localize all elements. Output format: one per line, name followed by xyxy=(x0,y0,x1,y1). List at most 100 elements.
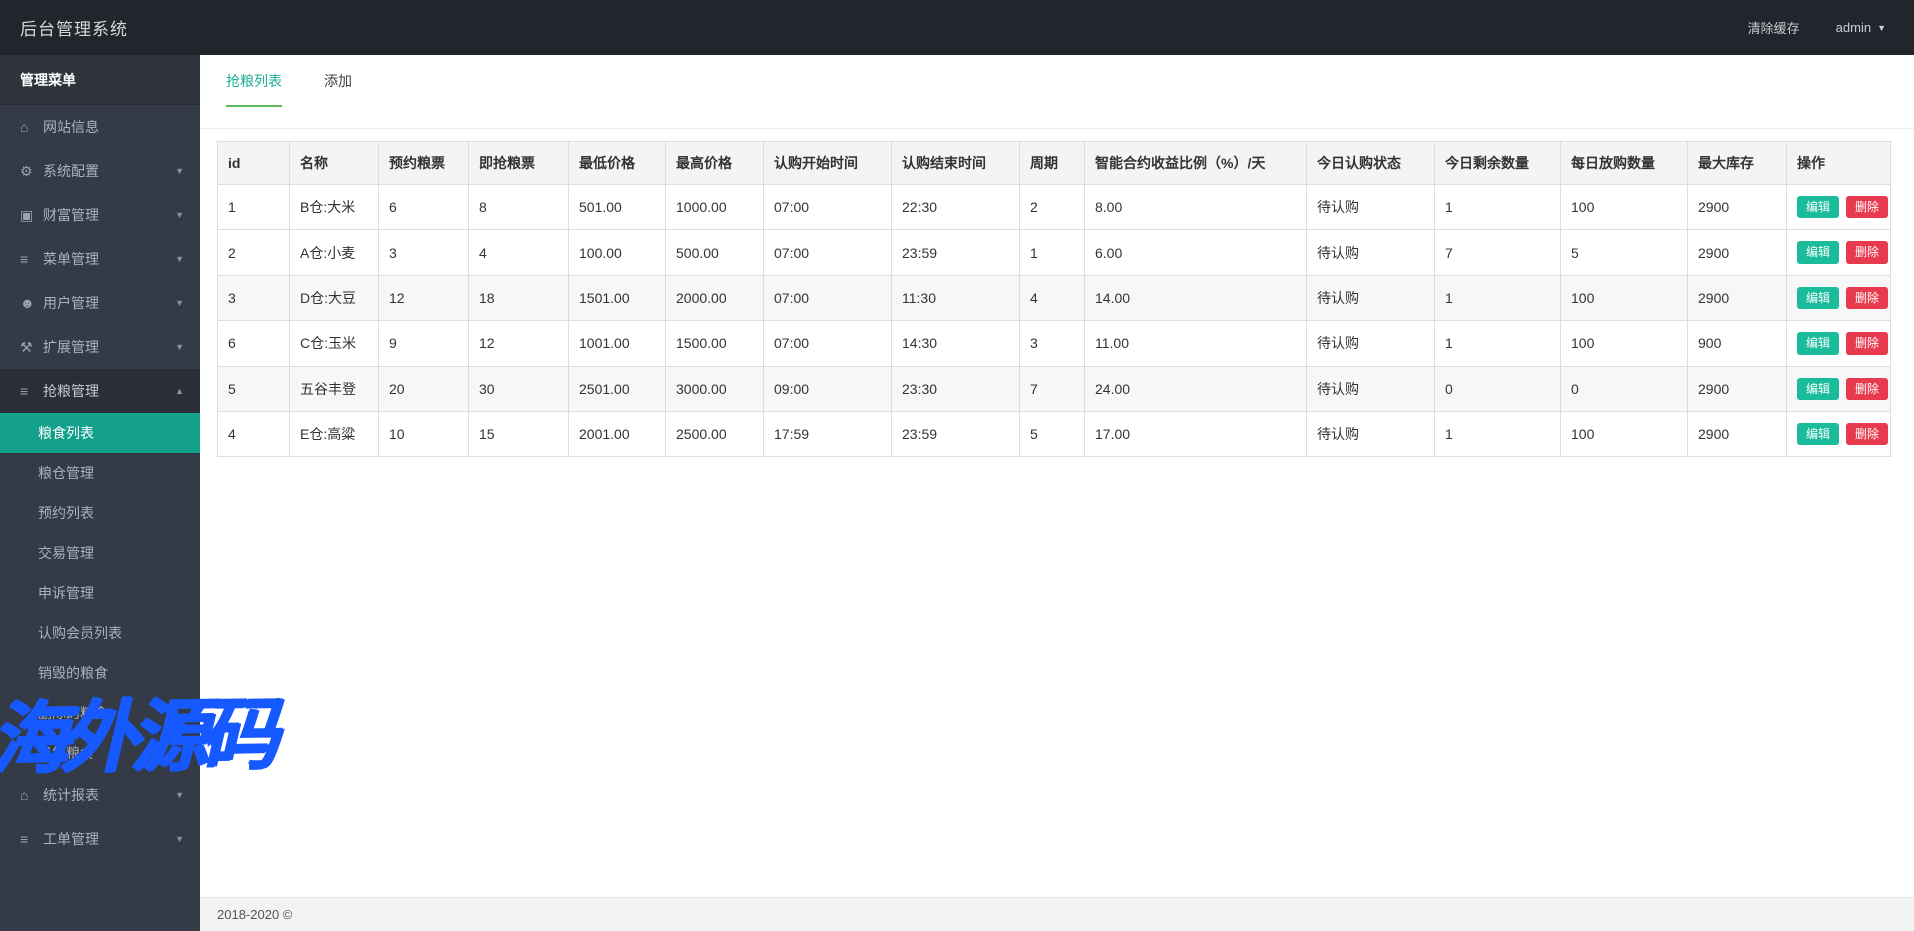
delete-button[interactable]: 删除 xyxy=(1846,332,1888,354)
clear-cache-button[interactable]: 清除缓存 xyxy=(1748,18,1800,37)
table-cell: 14.00 xyxy=(1085,275,1307,320)
caret-down-icon: ▼ xyxy=(1877,23,1886,33)
table-cell: 10 xyxy=(379,411,469,456)
table-cell: B仓:大米 xyxy=(290,185,379,230)
sidebar-item-user-management[interactable]: ☻用户管理▼ xyxy=(0,281,200,325)
table-cell: 07:00 xyxy=(764,230,892,275)
sidebar-item-grain-list[interactable]: 粮食列表 xyxy=(0,413,200,453)
sidebar-item-extension-management[interactable]: ⚒扩展管理▼ xyxy=(0,325,200,369)
sidebar-item-label: 用户管理 xyxy=(43,293,99,313)
table-cell: 09:00 xyxy=(764,366,892,411)
table-cell: A仓:小麦 xyxy=(290,230,379,275)
sidebar-item-label: 抢粮管理 xyxy=(43,381,99,401)
table-cell: 1 xyxy=(1435,411,1561,456)
delete-button[interactable]: 删除 xyxy=(1846,423,1888,445)
edit-button[interactable]: 编辑 xyxy=(1797,196,1839,218)
column-header: 周期 xyxy=(1020,142,1085,185)
sidebar-item-sold-grain[interactable]: 已售粮食 xyxy=(0,733,200,773)
caret-down-icon: ▼ xyxy=(175,790,184,800)
table-cell: D仓:大豆 xyxy=(290,275,379,320)
sidebar-item-label: 系统配置 xyxy=(43,161,99,181)
sidebar-item-wealth-management[interactable]: ▣财富管理▼ xyxy=(0,193,200,237)
column-header: 每日放购数量 xyxy=(1561,142,1688,185)
user-menu[interactable]: admin ▼ xyxy=(1836,20,1886,35)
sidebar-item-complaint-management[interactable]: 申诉管理 xyxy=(0,573,200,613)
table-cell: 2900 xyxy=(1688,275,1787,320)
table-cell: 2900 xyxy=(1688,411,1787,456)
sidebar-submenu: 粮食列表粮仓管理预约列表交易管理申诉管理认购会员列表销毁的粮食删除的粮食已售粮食 xyxy=(0,413,200,773)
table-cell: 1 xyxy=(1435,185,1561,230)
table-row: 4E仓:高粱10152001.002500.0017:5923:59517.00… xyxy=(218,411,1891,456)
table-cell: 30 xyxy=(469,366,569,411)
caret-down-icon: ▼ xyxy=(175,342,184,352)
edit-button[interactable]: 编辑 xyxy=(1797,241,1839,263)
actions-cell: 编辑删除 xyxy=(1787,411,1891,456)
edit-button[interactable]: 编辑 xyxy=(1797,378,1839,400)
home-icon: ⌂ xyxy=(20,787,43,803)
sidebar-item-work-order-management[interactable]: ≡工单管理▼ xyxy=(0,817,200,861)
sidebar-item-label: 网站信息 xyxy=(43,117,99,137)
sidebar-item-menu-management[interactable]: ≡菜单管理▼ xyxy=(0,237,200,281)
edit-button[interactable]: 编辑 xyxy=(1797,287,1839,309)
table-cell: 3 xyxy=(1020,321,1085,366)
sidebar-subitem-label: 申诉管理 xyxy=(38,583,94,603)
sidebar-item-system-config[interactable]: ⚙系统配置▼ xyxy=(0,149,200,193)
sidebar-item-label: 统计报表 xyxy=(43,785,99,805)
sidebar-item-deleted-grain[interactable]: 删除的粮食 xyxy=(0,693,200,733)
column-header: 预约粮票 xyxy=(379,142,469,185)
caret-down-icon: ▼ xyxy=(175,166,184,176)
actions-cell: 编辑删除 xyxy=(1787,321,1891,366)
tab-add[interactable]: 添加 xyxy=(324,71,352,107)
delete-button[interactable]: 删除 xyxy=(1846,196,1888,218)
table-cell: 8 xyxy=(469,185,569,230)
sidebar-item-grain-management[interactable]: ≡抢粮管理▲ xyxy=(0,369,200,413)
sidebar-item-trade-management[interactable]: 交易管理 xyxy=(0,533,200,573)
sidebar-item-subscription-member-list[interactable]: 认购会员列表 xyxy=(0,613,200,653)
menu-list-icon: ≡ xyxy=(20,831,43,847)
sidebar-subitem-label: 认购会员列表 xyxy=(38,623,122,643)
table-cell: 2900 xyxy=(1688,230,1787,275)
sidebar-item-reservation-list[interactable]: 预约列表 xyxy=(0,493,200,533)
delete-button[interactable]: 删除 xyxy=(1846,378,1888,400)
column-header: 认购开始时间 xyxy=(764,142,892,185)
table-cell: 1001.00 xyxy=(569,321,666,366)
footer: 2018-2020 © xyxy=(200,897,1914,931)
grain-table: id名称预约粮票即抢粮票最低价格最高价格认购开始时间认购结束时间周期智能合约收益… xyxy=(217,141,1891,457)
table-cell: 12 xyxy=(379,275,469,320)
sidebar-item-destroyed-grain[interactable]: 销毁的粮食 xyxy=(0,653,200,693)
table-cell: 07:00 xyxy=(764,275,892,320)
table-cell: 6 xyxy=(218,321,290,366)
table-cell: 4 xyxy=(1020,275,1085,320)
table-cell: 4 xyxy=(469,230,569,275)
app-title: 后台管理系统 xyxy=(20,15,128,40)
table-cell: 07:00 xyxy=(764,321,892,366)
table-cell: 待认购 xyxy=(1307,185,1435,230)
column-header: 最大库存 xyxy=(1688,142,1787,185)
table-row: 1B仓:大米68501.001000.0007:0022:3028.00待认购1… xyxy=(218,185,1891,230)
table-cell: 501.00 xyxy=(569,185,666,230)
sidebar-subitem-label: 删除的粮食 xyxy=(38,703,108,723)
table-cell: 1000.00 xyxy=(666,185,764,230)
sidebar-item-statistics-report[interactable]: ⌂统计报表 ▼ xyxy=(0,773,200,817)
delete-button[interactable]: 删除 xyxy=(1846,241,1888,263)
table-header-row: id名称预约粮票即抢粮票最低价格最高价格认购开始时间认购结束时间周期智能合约收益… xyxy=(218,142,1891,185)
table-cell: 1 xyxy=(1020,230,1085,275)
sidebar-item-label: 财富管理 xyxy=(43,205,99,225)
table-cell: 100 xyxy=(1561,185,1688,230)
actions-cell: 编辑删除 xyxy=(1787,366,1891,411)
table-cell: 0 xyxy=(1561,366,1688,411)
sidebar-menu-header: 管理菜单 xyxy=(0,55,200,105)
sidebar-item-warehouse-management[interactable]: 粮仓管理 xyxy=(0,453,200,493)
table-cell: 18 xyxy=(469,275,569,320)
sidebar-item-site-info[interactable]: ⌂网站信息 xyxy=(0,105,200,149)
table-cell: 3 xyxy=(379,230,469,275)
tab-grain-grab-list[interactable]: 抢粮列表 xyxy=(226,71,282,107)
caret-down-icon: ▼ xyxy=(175,834,184,844)
table-cell: 14:30 xyxy=(892,321,1020,366)
sidebar-item-label: 菜单管理 xyxy=(43,249,99,269)
table-row: 5五谷丰登20302501.003000.0009:0023:30724.00待… xyxy=(218,366,1891,411)
edit-button[interactable]: 编辑 xyxy=(1797,332,1839,354)
delete-button[interactable]: 删除 xyxy=(1846,287,1888,309)
table-cell: 2 xyxy=(218,230,290,275)
edit-button[interactable]: 编辑 xyxy=(1797,423,1839,445)
